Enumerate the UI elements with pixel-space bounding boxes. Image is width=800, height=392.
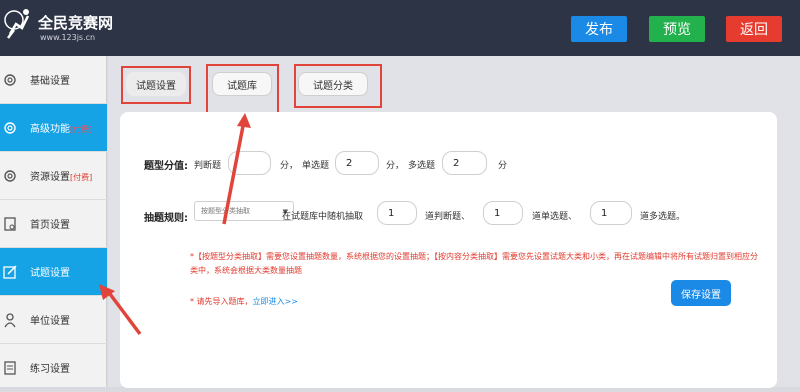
- gear-icon: [4, 73, 16, 86]
- user-icon: [4, 312, 16, 327]
- import-hint: * 请先导入题库，立即进入>>: [190, 296, 298, 307]
- sidebar-item-home[interactable]: 首页设置: [0, 200, 107, 248]
- multi-count-input[interactable]: 1: [590, 201, 632, 225]
- sidebar-item-label: 基础设置: [30, 76, 70, 87]
- multi-count-text: 道多选题。: [640, 212, 686, 222]
- sidebar-item-questions[interactable]: 试题设置: [0, 248, 107, 296]
- logo: 全民竞赛网 www.123js.cn: [0, 0, 113, 56]
- judge-count-text: 道判断题、: [425, 212, 471, 222]
- single-count-text: 道单选题、: [532, 212, 578, 222]
- sidebar-item-label: 高级功能[付费]: [30, 120, 92, 135]
- highlight-box: [206, 64, 279, 116]
- sidebar-item-practice[interactable]: 练习设置: [0, 344, 107, 392]
- highlight-box: [121, 66, 191, 104]
- judge-count-input[interactable]: 1: [377, 201, 417, 225]
- import-text: * 请先导入题库，: [190, 297, 253, 306]
- sidebar-item-text: 高级功能: [30, 124, 70, 135]
- multi-label: 多选题: [408, 161, 436, 171]
- back-button[interactable]: 返回: [726, 16, 782, 42]
- sidebar-item-units[interactable]: 单位设置: [0, 296, 107, 344]
- judge-label: 判断题: [194, 161, 222, 171]
- sidebar-item-label: 单位设置: [30, 316, 70, 327]
- sidebar-item-basic[interactable]: 基础设置: [0, 56, 107, 104]
- publish-button[interactable]: 发布: [571, 16, 627, 42]
- score-label: 题型分值:: [144, 161, 188, 172]
- import-link[interactable]: 立即进入>>: [253, 297, 298, 306]
- top-bar: 全民竞赛网 www.123js.cn 发布 预览 返回: [0, 0, 800, 56]
- save-settings-button[interactable]: 保存设置: [671, 280, 731, 306]
- single-score-input[interactable]: 2: [335, 151, 379, 175]
- sidebar: 基础设置 高级功能[付费] 资源设置[付费] 首页设置 试题设置 单位设置 练习…: [0, 56, 107, 392]
- book-icon: [4, 360, 16, 375]
- gear-icon: [4, 121, 16, 134]
- preview-button[interactable]: 预览: [649, 16, 705, 42]
- single-count-input[interactable]: 1: [483, 201, 523, 225]
- single-label: 单选题: [302, 161, 330, 171]
- paid-badge: [付费]: [70, 125, 93, 134]
- main-content: 试题设置 试题库 试题分类 题型分值: 判断题 分， 单选题 2 分， 多选题 …: [108, 56, 800, 388]
- tab-bar: 试题设置 试题库 试题分类: [108, 56, 800, 116]
- sidebar-item-label: 资源设置[付费]: [30, 168, 92, 183]
- multi-score-input[interactable]: 2: [442, 151, 487, 175]
- rule-select-value: 按题型分类抽取: [201, 207, 250, 215]
- unit-text: 分，: [280, 161, 299, 171]
- sidebar-item-label: 试题设置: [30, 268, 70, 279]
- sidebar-item-label: 首页设置: [30, 220, 70, 231]
- page-icon: [4, 216, 16, 231]
- rule-select[interactable]: 按题型分类抽取 ▼: [194, 201, 294, 221]
- paid-badge: [付费]: [70, 173, 93, 182]
- random-text: 在试题库中随机抽取: [282, 212, 364, 222]
- rule-notice: *【按题型分类抽取】需要您设置抽题数量，系统根据您的设置抽题；【按内容分类抽取】…: [190, 252, 758, 275]
- sidebar-item-label: 练习设置: [30, 364, 70, 375]
- runner-logo-icon: [4, 9, 30, 39]
- brand-title: 全民竞赛网: [38, 14, 114, 32]
- settings-panel: 题型分值: 判断题 分， 单选题 2 分， 多选题 2 分 抽题规则: 按题型分…: [120, 112, 777, 388]
- sidebar-item-text: 资源设置: [30, 172, 70, 183]
- highlight-box: [294, 64, 382, 108]
- judge-score-input[interactable]: [228, 151, 271, 175]
- unit-text: 分: [498, 161, 508, 171]
- unit-text: 分，: [386, 161, 405, 171]
- rule-label: 抽题规则:: [144, 213, 188, 224]
- sidebar-item-resources[interactable]: 资源设置[付费]: [0, 152, 107, 200]
- gear-icon: [4, 169, 16, 182]
- brand-url: www.123js.cn: [40, 33, 96, 42]
- sidebar-item-advanced[interactable]: 高级功能[付费]: [0, 104, 107, 152]
- edit-icon: [3, 264, 17, 279]
